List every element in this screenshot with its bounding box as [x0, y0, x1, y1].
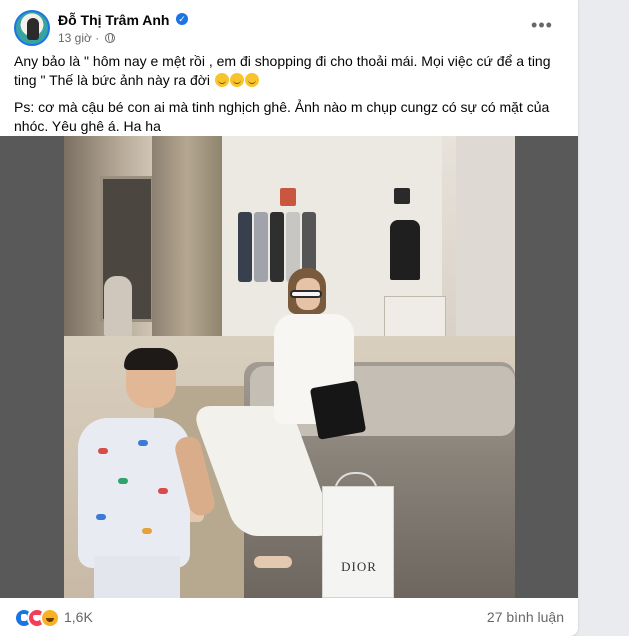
post-time[interactable]: 13 giờ [58, 31, 92, 45]
post-text: Any bảo là " hôm nay e mệt rồi , em đi s… [14, 52, 570, 144]
comments-count[interactable]: 27 bình luận [487, 609, 564, 625]
meta-separator: · [95, 31, 100, 45]
smile-emoji-icon [229, 73, 244, 87]
post-photo-frame[interactable]: DIOR [0, 136, 578, 598]
post-meta: 13 giờ · [58, 31, 115, 45]
post-paragraph-1: Any bảo là " hôm nay e mệt rồi , em đi s… [14, 53, 551, 88]
bag-logo-text: DIOR [341, 559, 377, 574]
smile-emoji-icon [244, 73, 259, 87]
page-background [578, 0, 629, 636]
post-card: Đỗ Thị Trâm Anh ✓ 13 giờ · ••• Any bảo l… [0, 0, 578, 636]
post-photo[interactable]: DIOR [64, 136, 515, 598]
verified-icon: ✓ [176, 13, 188, 25]
shopping-bag: DIOR [322, 486, 394, 598]
haha-icon [40, 608, 60, 628]
reaction-count[interactable]: 1,6K [64, 609, 93, 625]
more-icon[interactable]: ••• [528, 16, 556, 40]
post-footer: 1,6K 27 bình luận [0, 598, 578, 636]
smile-emoji-icon [214, 73, 229, 87]
author-avatar[interactable] [14, 10, 50, 46]
post-header: Đỗ Thị Trâm Anh ✓ 13 giờ · ••• [14, 10, 564, 50]
post-paragraph-2: Ps: cơ mà cậu bé con ai mà tinh nghịch g… [14, 99, 550, 134]
author-name[interactable]: Đỗ Thị Trâm Anh [58, 12, 169, 28]
globe-icon [104, 33, 115, 43]
